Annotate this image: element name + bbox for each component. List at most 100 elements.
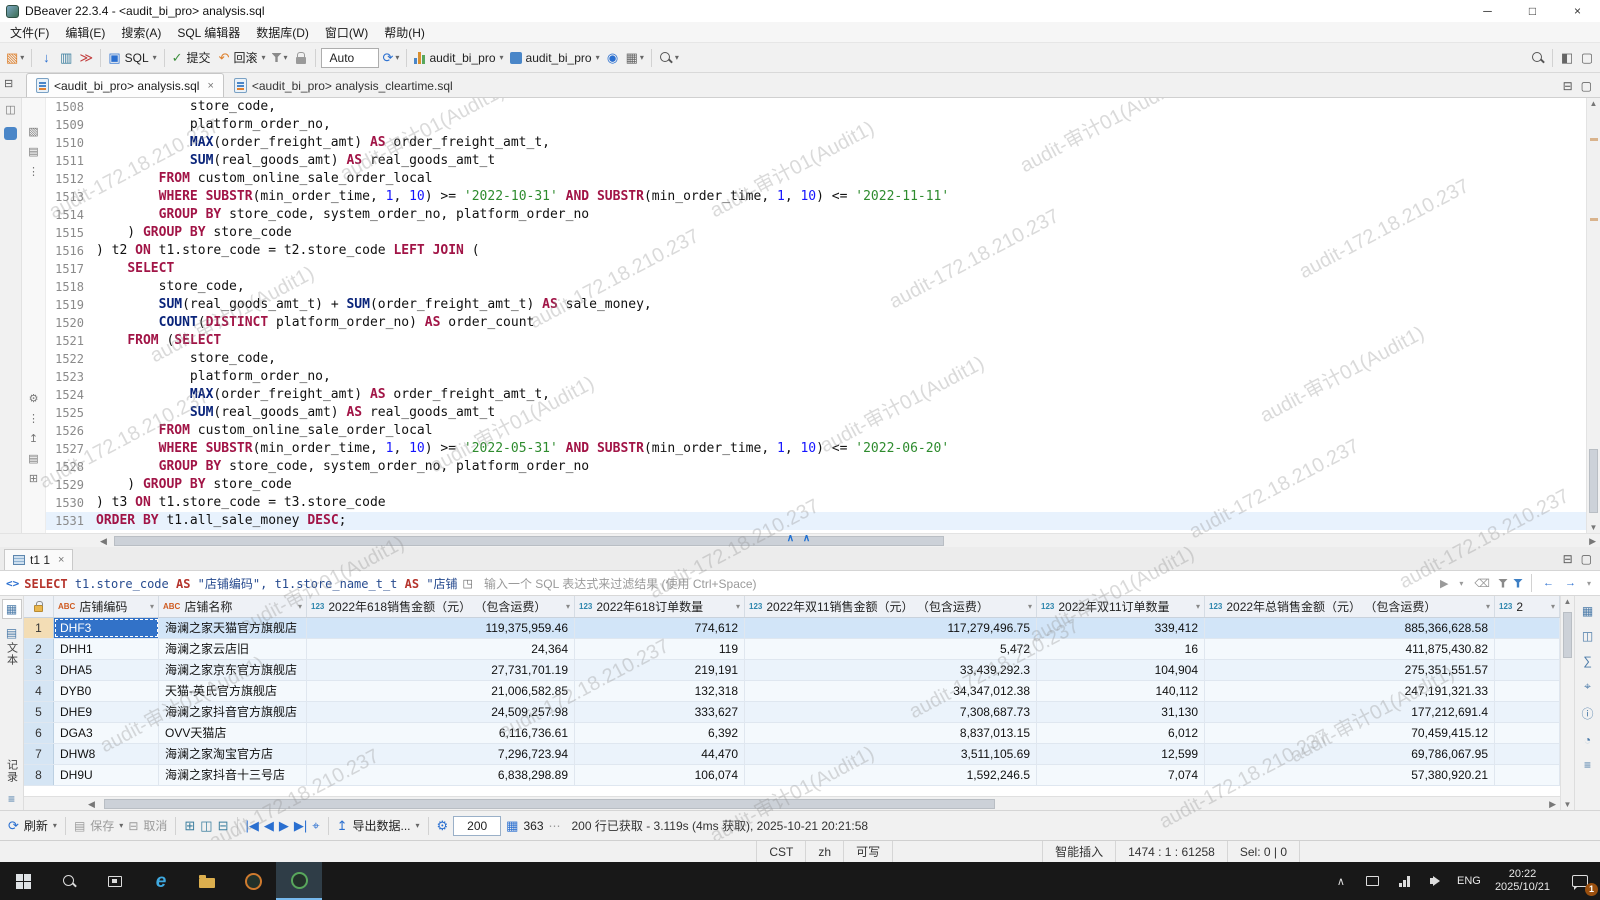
grid-row-7[interactable]: 7 DHW8 海澜之家淘宝官方店 7,296,723.94 44,470 3,511,10… xyxy=(24,744,1560,765)
cell-r3c5[interactable]: 33,439,292.3 xyxy=(745,660,1037,680)
task-view-button[interactable] xyxy=(92,862,138,900)
row-number[interactable]: 1 xyxy=(24,618,54,638)
column-header-6[interactable]: 123 2022年双11订单数量 ▾ xyxy=(1037,596,1205,617)
scroll-left-arrow[interactable]: ◀ xyxy=(88,799,95,810)
grid-row-5[interactable]: 5 DHE9 海澜之家抖音官方旗舰店 24,509,257.98 333,627 7,30… xyxy=(24,702,1560,723)
editor-dots2-icon[interactable]: ⋮ xyxy=(28,413,39,426)
cell-r2c2[interactable]: 海澜之家云店旧 xyxy=(159,639,307,659)
cancel-button[interactable]: 取消 xyxy=(143,817,167,834)
ie-browser-button[interactable]: e xyxy=(138,862,184,900)
column-filter-caret-icon[interactable]: ▾ xyxy=(1486,602,1490,611)
panel-toggle-icon[interactable]: ≡ xyxy=(2,790,22,808)
code-line-1511[interactable]: 1511 SUM(real_goods_amt) AS real_goods_a… xyxy=(46,152,1586,170)
cell-r4c7[interactable]: 247,191,321.33 xyxy=(1205,681,1495,701)
status-caret-position[interactable]: 1474 : 1 : 61258 xyxy=(1115,841,1227,862)
column-filter-caret-icon[interactable]: ▾ xyxy=(298,602,302,611)
transaction-log-icon[interactable]: ▾ xyxy=(270,47,290,69)
cell-r4c5[interactable]: 34,347,012.38 xyxy=(745,681,1037,701)
fetch-settings-gear-icon[interactable]: ⚙ xyxy=(437,818,449,834)
metadata-panel-icon[interactable]: ◫ xyxy=(1582,629,1593,643)
presentation-selector[interactable]: ▣ SQL ▾ xyxy=(106,47,158,69)
scroll-right-arrow[interactable]: ▶ xyxy=(1549,799,1556,810)
cell-r7c5[interactable]: 3,511,105.69 xyxy=(745,744,1037,764)
tray-display-button[interactable] xyxy=(1357,862,1389,900)
scrollbar-thumb[interactable] xyxy=(104,799,995,809)
value-panel-icon[interactable]: ▦ xyxy=(1582,604,1593,618)
quick-search-icon[interactable] xyxy=(1529,47,1547,69)
cell-r4c2[interactable]: 天猫-英氏官方旗舰店 xyxy=(159,681,307,701)
code-line-1523[interactable]: 1523 platform_order_no, xyxy=(46,368,1586,386)
minimize-editor-icon[interactable]: ⊟ xyxy=(1563,79,1573,93)
grid-row-3[interactable]: 3 DHA5 海澜之家京东官方旗舰店 27,731,701.19 219,191 33,4… xyxy=(24,660,1560,681)
cell-r2c8[interactable] xyxy=(1495,639,1560,659)
column-header-3[interactable]: 123 2022年618销售金额（元） （包含运费） ▾ xyxy=(307,596,575,617)
result-tab-t1[interactable]: t1 1 × xyxy=(4,549,74,570)
abort-query-icon[interactable]: ≫ xyxy=(77,47,95,69)
schema-select[interactable]: audit_bi_pro ▾ xyxy=(508,47,602,69)
clear-filter-icon[interactable]: ⌫ xyxy=(1471,577,1493,590)
search-button[interactable]: ▾ xyxy=(657,47,681,69)
close-result-tab-icon[interactable]: × xyxy=(58,554,64,566)
grid-row-4[interactable]: 4 DYB0 天猫-英氏官方旗舰店 21,006,582.85 132,318 34,34… xyxy=(24,681,1560,702)
cell-r8c6[interactable]: 7,074 xyxy=(1037,765,1205,785)
new-sql-script-button[interactable]: ▧ ▾ xyxy=(4,47,26,69)
editor-horizontal-scrollbar[interactable]: ◀ ▶ ∧ ∧ xyxy=(0,533,1600,547)
delete-row-icon[interactable]: ⊟ xyxy=(218,818,229,834)
history-caret-icon[interactable]: ▾ xyxy=(1584,579,1594,588)
start-button[interactable] xyxy=(0,862,46,900)
restore-navigator-icon[interactable]: ◫ xyxy=(5,104,15,117)
commit-button[interactable]: ✓ 提交 xyxy=(170,47,215,69)
tab-analysis-cleartime-sql[interactable]: <audit_bi_pro> analysis_cleartime.sql xyxy=(224,73,463,97)
filter-history-caret-icon[interactable]: ▾ xyxy=(1456,579,1466,588)
column-filter-caret-icon[interactable]: ▾ xyxy=(150,602,154,611)
cell-r8c8[interactable] xyxy=(1495,765,1560,785)
cell-r1c8[interactable] xyxy=(1495,618,1560,638)
maximize-results-icon[interactable]: ▢ xyxy=(1581,552,1592,566)
menu-item-1[interactable]: 文件(F) xyxy=(2,24,57,41)
cell-r3c3[interactable]: 27,731,701.19 xyxy=(307,660,575,680)
row-number[interactable]: 2 xyxy=(24,639,54,659)
code-line-1517[interactable]: 1517 SELECT xyxy=(46,260,1586,278)
cell-r3c8[interactable] xyxy=(1495,660,1560,680)
text-view-tab[interactable]: ▤ 文本 xyxy=(2,624,22,668)
tray-volume-button[interactable] xyxy=(1421,862,1453,900)
code-line-1518[interactable]: 1518 store_code, xyxy=(46,278,1586,296)
first-row-icon[interactable]: |◀ xyxy=(246,818,259,834)
code-line-1520[interactable]: 1520 COUNT(DISTINCT platform_order_no) A… xyxy=(46,314,1586,332)
code-area[interactable]: 1508 store_code, 1509 platform_order_no, 1… xyxy=(46,98,1586,533)
history-back-icon[interactable]: ← xyxy=(1540,577,1557,589)
cell-r3c2[interactable]: 海澜之家京东官方旗舰店 xyxy=(159,660,307,680)
code-line-1519[interactable]: 1519 SUM(real_goods_amt_t) + SUM(order_f… xyxy=(46,296,1586,314)
app-button-1[interactable] xyxy=(230,862,276,900)
cell-r6c1[interactable]: DGA3 xyxy=(54,723,159,743)
cell-r1c3[interactable]: 119,375,959.46 xyxy=(307,618,575,638)
column-header-1[interactable]: ABC 店铺编码 ▾ xyxy=(54,596,159,617)
cell-r2c3[interactable]: 24,364 xyxy=(307,639,575,659)
cell-r4c8[interactable] xyxy=(1495,681,1560,701)
scroll-left-arrow[interactable]: ◀ xyxy=(100,536,107,547)
cell-r2c4[interactable]: 119 xyxy=(575,639,745,659)
perspective-full-icon[interactable]: ▢ xyxy=(1578,47,1596,69)
layout-panel-icon[interactable]: ≡ xyxy=(1584,758,1591,772)
next-row-icon[interactable]: ▶ xyxy=(279,818,289,834)
close-tab-icon[interactable]: × xyxy=(207,80,213,92)
maximize-button[interactable]: □ xyxy=(1510,0,1555,22)
cell-r6c8[interactable] xyxy=(1495,723,1560,743)
explain-plan-icon[interactable]: ▥ xyxy=(57,47,75,69)
file-explorer-button[interactable] xyxy=(184,862,230,900)
code-line-1522[interactable]: 1522 store_code, xyxy=(46,350,1586,368)
script-output-icon[interactable]: ▤ xyxy=(28,453,38,466)
cell-r7c3[interactable]: 7,296,723.94 xyxy=(307,744,575,764)
cell-r4c3[interactable]: 21,006,582.85 xyxy=(307,681,575,701)
cell-r5c3[interactable]: 24,509,257.98 xyxy=(307,702,575,722)
cell-r8c1[interactable]: DH9U xyxy=(54,765,159,785)
cell-r4c4[interactable]: 132,318 xyxy=(575,681,745,701)
cell-r1c1[interactable]: DHF3 xyxy=(54,618,159,638)
grid-horizontal-scrollbar[interactable]: ◀ ▶ xyxy=(24,796,1560,810)
grid-row-1[interactable]: 1 DHF3 海澜之家天猫官方旗舰店 119,375,959.46 774,612 117… xyxy=(24,618,1560,639)
cell-r6c6[interactable]: 6,012 xyxy=(1037,723,1205,743)
cell-r2c7[interactable]: 411,875,430.82 xyxy=(1205,639,1495,659)
cell-r7c2[interactable]: 海澜之家淘宝官方店 xyxy=(159,744,307,764)
cell-r5c8[interactable] xyxy=(1495,702,1560,722)
filter-input[interactable]: 输入一个 SQL 表达式来过滤结果 (使用 Ctrl+Space) xyxy=(478,575,1432,592)
